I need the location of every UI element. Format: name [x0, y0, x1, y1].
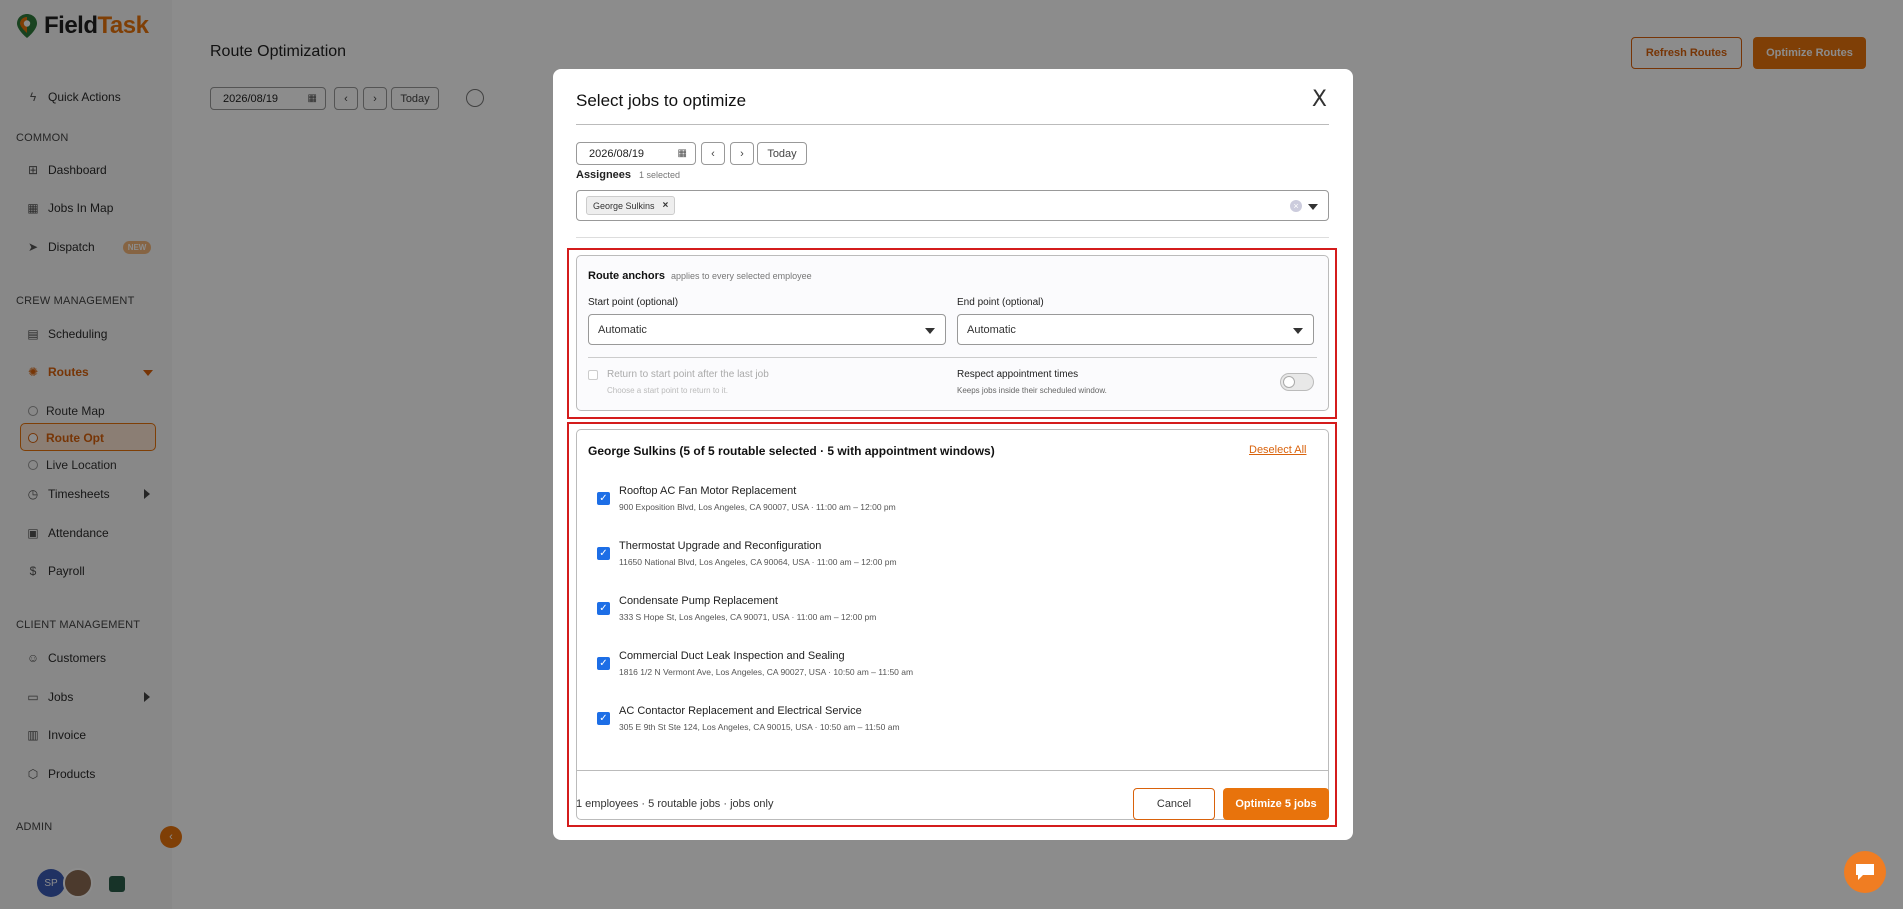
respect-appointment-label: Respect appointment times: [957, 369, 1079, 380]
job-title: Commercial Duct Leak Inspection and Seal…: [619, 650, 845, 662]
job-detail: 333 S Hope St, Los Angeles, CA 90071, US…: [619, 612, 877, 622]
chevron-right-icon: ›: [740, 147, 744, 160]
return-to-start-hint: Choose a start point to return to it.: [607, 386, 728, 395]
assignees-select[interactable]: George Sulkins × ×: [576, 190, 1329, 221]
assignees-label: Assignees: [576, 169, 632, 181]
job-detail: 1816 1/2 N Vermont Ave, Los Angeles, CA …: [619, 667, 914, 677]
close-icon[interactable]: X: [1312, 87, 1327, 112]
modal-date-input[interactable]: 2026/08/19 ▦: [576, 142, 696, 165]
chip-label: George Sulkins: [593, 200, 655, 211]
chevron-down-icon: [1293, 327, 1303, 334]
job-checkbox[interactable]: ✓: [597, 547, 610, 560]
route-anchors-title: Route anchors: [588, 270, 666, 282]
divider: [576, 124, 1329, 125]
job-title: Thermostat Upgrade and Reconfiguration: [619, 540, 822, 552]
job-title: Condensate Pump Replacement: [619, 595, 778, 607]
job-title: AC Contactor Replacement and Electrical …: [619, 705, 862, 717]
date-value: 2026/08/19: [589, 147, 645, 160]
select-jobs-modal: Select jobs to optimize X 2026/08/19 ▦ ‹…: [553, 69, 1353, 840]
job-detail: 305 E 9th St Ste 124, Los Angeles, CA 90…: [619, 722, 900, 732]
return-to-start-label: Return to start point after the last job: [607, 369, 769, 380]
chevron-down-icon[interactable]: [1308, 203, 1318, 210]
job-detail: 11650 National Blvd, Los Angeles, CA 900…: [619, 557, 897, 567]
deselect-all-link[interactable]: Deselect All: [1249, 444, 1306, 456]
job-title: Rooftop AC Fan Motor Replacement: [619, 485, 797, 497]
modal-today-button[interactable]: Today: [757, 142, 807, 165]
divider: [576, 770, 1329, 771]
job-checkbox[interactable]: ✓: [597, 492, 610, 505]
end-point-label: End point (optional): [957, 297, 1044, 308]
chevron-left-icon: ‹: [711, 147, 715, 160]
end-point-select[interactable]: Automatic: [957, 314, 1314, 345]
assignees-count: 1 selected: [639, 170, 681, 180]
toggle-knob: [1283, 376, 1295, 388]
route-anchors-panel: Route anchors applies to every selected …: [576, 255, 1329, 411]
footer-summary: 1 employees · 5 routable jobs · jobs onl…: [576, 798, 774, 810]
modal-prev-day-button[interactable]: ‹: [701, 142, 725, 165]
select-value: Automatic: [967, 323, 1016, 336]
modal-next-day-button[interactable]: ›: [730, 142, 754, 165]
start-point-select[interactable]: Automatic: [588, 314, 946, 345]
optimize-jobs-button[interactable]: Optimize 5 jobs: [1223, 788, 1329, 820]
assignees-label-row: Assignees 1 selected: [576, 169, 680, 181]
route-anchors-header: Route anchors applies to every selected …: [588, 270, 812, 282]
cancel-button[interactable]: Cancel: [1133, 788, 1215, 820]
return-to-start-checkbox[interactable]: [588, 370, 598, 380]
respect-appointment-hint: Keeps jobs inside their scheduled window…: [957, 386, 1107, 395]
divider: [576, 237, 1329, 238]
job-detail: 900 Exposition Blvd, Los Angeles, CA 900…: [619, 502, 896, 512]
calendar-icon: ▦: [677, 148, 687, 159]
chat-button[interactable]: [1844, 851, 1886, 893]
jobs-panel: George Sulkins (5 of 5 routable selected…: [576, 429, 1329, 820]
clear-icon[interactable]: ×: [1290, 200, 1302, 212]
modal-title: Select jobs to optimize: [576, 91, 747, 110]
job-checkbox[interactable]: ✓: [597, 657, 610, 670]
respect-appointment-toggle[interactable]: [1280, 373, 1314, 391]
chat-icon: [1856, 864, 1874, 880]
assignee-chip: George Sulkins ×: [586, 196, 676, 215]
chevron-down-icon: [925, 327, 935, 334]
jobs-panel-header: George Sulkins (5 of 5 routable selected…: [588, 444, 995, 458]
job-checkbox[interactable]: ✓: [597, 712, 610, 725]
select-value: Automatic: [598, 323, 647, 336]
chip-remove-icon[interactable]: ×: [663, 200, 669, 211]
route-anchors-subtitle: applies to every selected employee: [671, 271, 812, 281]
divider: [588, 357, 1317, 358]
job-checkbox[interactable]: ✓: [597, 602, 610, 615]
start-point-label: Start point (optional): [588, 297, 679, 308]
